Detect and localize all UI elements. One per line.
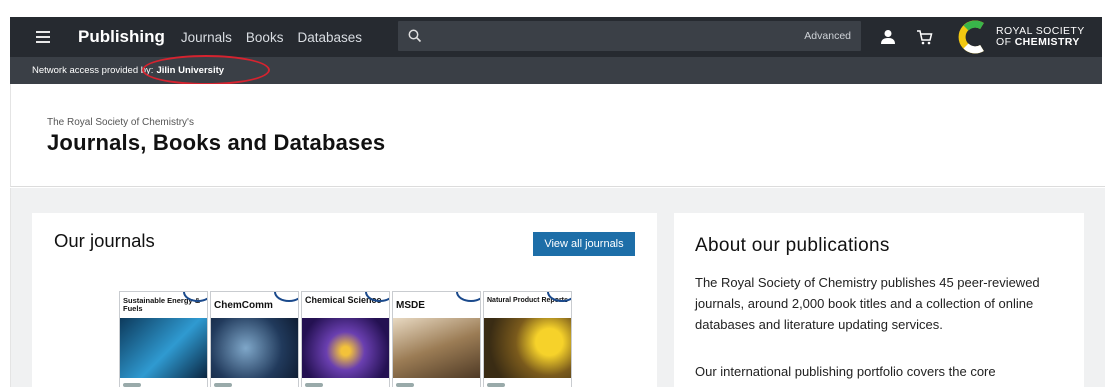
nav-books-link[interactable]: Books — [246, 30, 284, 45]
page-title: Journals, Books and Databases — [47, 130, 386, 155]
journals-heading: Our journals — [54, 230, 155, 251]
logo-line-2-bold: CHEMISTRY — [1014, 36, 1080, 48]
nav-journals-link[interactable]: Journals — [181, 30, 232, 45]
journals-card: Our journals View all journals Sustainab… — [32, 213, 657, 387]
journal-cover[interactable]: Sustainable Energy & Fuels — [119, 291, 208, 387]
page-subtitle: The Royal Society of Chemistry's — [47, 117, 194, 128]
search-icon[interactable] — [408, 29, 422, 43]
logo-line-2: OF CHEMISTRY — [996, 37, 1085, 48]
cover-art — [302, 318, 389, 378]
logo-line-2-prefix: OF — [996, 36, 1015, 48]
cover-art — [120, 318, 207, 378]
nav-databases-link[interactable]: Databases — [297, 30, 362, 45]
cover-art — [393, 318, 480, 378]
page-header: The Royal Society of Chemistry's Journal… — [10, 84, 1105, 187]
view-all-journals-button[interactable]: View all journals — [533, 232, 635, 256]
journal-cover[interactable]: ChemComm — [210, 291, 299, 387]
search-input[interactable] — [430, 29, 805, 43]
about-paragraph-2: Our international publishing portfolio c… — [695, 364, 996, 379]
journal-cover[interactable]: Natural Product Reports — [483, 291, 572, 387]
advanced-search-link[interactable]: Advanced — [804, 30, 851, 42]
rsc-logo-icon — [958, 20, 984, 54]
user-account-icon[interactable] — [880, 29, 896, 45]
cart-icon[interactable] — [916, 29, 933, 45]
journal-covers: Sustainable Energy & Fuels ChemComm Chem… — [119, 291, 572, 387]
search-bar: Advanced — [398, 21, 861, 51]
about-card: About our publications The Royal Society… — [674, 213, 1084, 387]
journal-cover[interactable]: MSDE — [392, 291, 481, 387]
red-highlight-ellipse — [142, 55, 270, 85]
cover-art — [211, 318, 298, 378]
access-text: Network access provided by: — [32, 65, 154, 76]
cover-title: MSDE — [396, 300, 425, 311]
top-navigation-bar: Publishing Journals Books Databases Adva… — [10, 17, 1102, 57]
rsc-logo-text: ROYAL SOCIETY OF CHEMISTRY — [996, 26, 1085, 48]
about-paragraph-1: The Royal Society of Chemistry publishes… — [695, 275, 1040, 332]
journal-cover[interactable]: Chemical Science — [301, 291, 390, 387]
cover-title: ChemComm — [214, 300, 273, 311]
brand-publishing-link[interactable]: Publishing — [78, 27, 165, 47]
about-heading: About our publications — [695, 235, 890, 256]
rsc-logo[interactable]: ROYAL SOCIETY OF CHEMISTRY — [956, 20, 1085, 54]
menu-icon[interactable] — [36, 31, 50, 43]
cover-art — [484, 318, 571, 378]
